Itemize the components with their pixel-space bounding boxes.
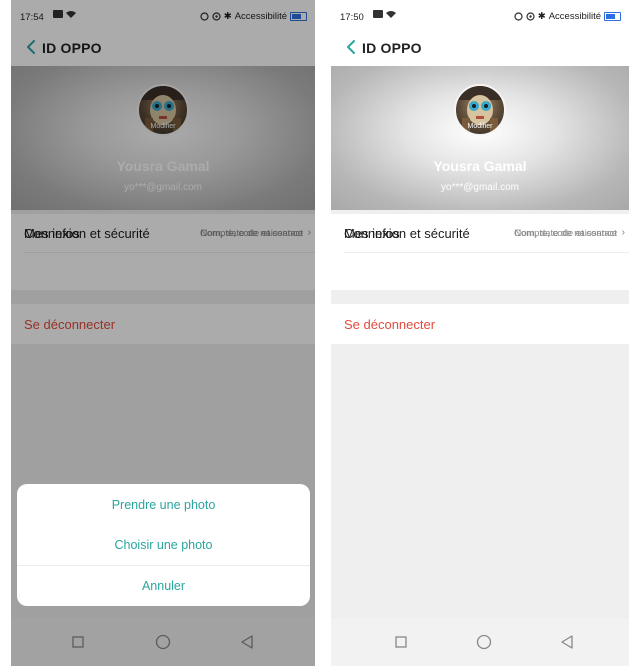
recent-apps-square-icon[interactable] bbox=[391, 632, 411, 652]
page-title: ID OPPO bbox=[362, 40, 422, 56]
alarm-icon bbox=[514, 12, 523, 21]
back-chevron-icon[interactable] bbox=[343, 38, 361, 56]
profile-header: Modifier Yousra Gamal yo***@gmail.com bbox=[331, 66, 629, 210]
choose-photo-option[interactable]: Choisir une photo bbox=[17, 525, 310, 565]
sync-icon bbox=[526, 12, 535, 21]
status-right: ✱ Accessibilité bbox=[514, 11, 621, 22]
account-info-card: Mes infos Nom, date de naissance › Conne… bbox=[331, 214, 629, 290]
system-nav-bar bbox=[331, 618, 629, 666]
user-name: Yousra Gamal bbox=[433, 158, 527, 174]
row-label: Connexion et sécurité bbox=[344, 226, 470, 241]
screen-left: 17:54 ✱ Accessibilité ID OPPO Modifier Y… bbox=[11, 0, 315, 666]
accessibility-label: Accessibilité bbox=[548, 11, 601, 22]
avatar-edit-label: Modifier bbox=[467, 123, 493, 130]
avatar[interactable]: Modifier bbox=[454, 84, 506, 136]
take-photo-option[interactable]: Prendre une photo bbox=[17, 485, 310, 525]
screen-right: 17:50 ✱ Accessibilité ID OPPO Modifier Y… bbox=[331, 0, 629, 666]
row-value: Compte, code et contact bbox=[514, 228, 617, 239]
chevron-right-icon: › bbox=[621, 227, 625, 238]
bluetooth-icon: ✱ bbox=[537, 11, 546, 22]
status-notification-icons bbox=[373, 10, 396, 18]
back-triangle-icon[interactable] bbox=[557, 632, 577, 652]
wifi-icon bbox=[386, 11, 396, 18]
logout-card[interactable]: Se déconnecter bbox=[331, 304, 629, 344]
cancel-option[interactable]: Annuler bbox=[17, 566, 310, 606]
user-email: yo***@gmail.com bbox=[441, 182, 519, 193]
row-login-security[interactable]: Connexion et sécurité Compte, code et co… bbox=[331, 214, 629, 252]
battery-icon bbox=[604, 12, 621, 21]
status-bar: 17:50 ✱ Accessibilité bbox=[331, 0, 629, 30]
top-bar: ID OPPO bbox=[331, 30, 629, 66]
logout-button[interactable]: Se déconnecter bbox=[344, 317, 435, 332]
photo-action-sheet: Prendre une photo Choisir une photo Annu… bbox=[17, 484, 310, 606]
divider bbox=[344, 252, 629, 253]
status-time: 17:50 bbox=[340, 12, 364, 23]
photo-notification-icon bbox=[373, 10, 383, 18]
home-circle-icon[interactable] bbox=[474, 632, 494, 652]
